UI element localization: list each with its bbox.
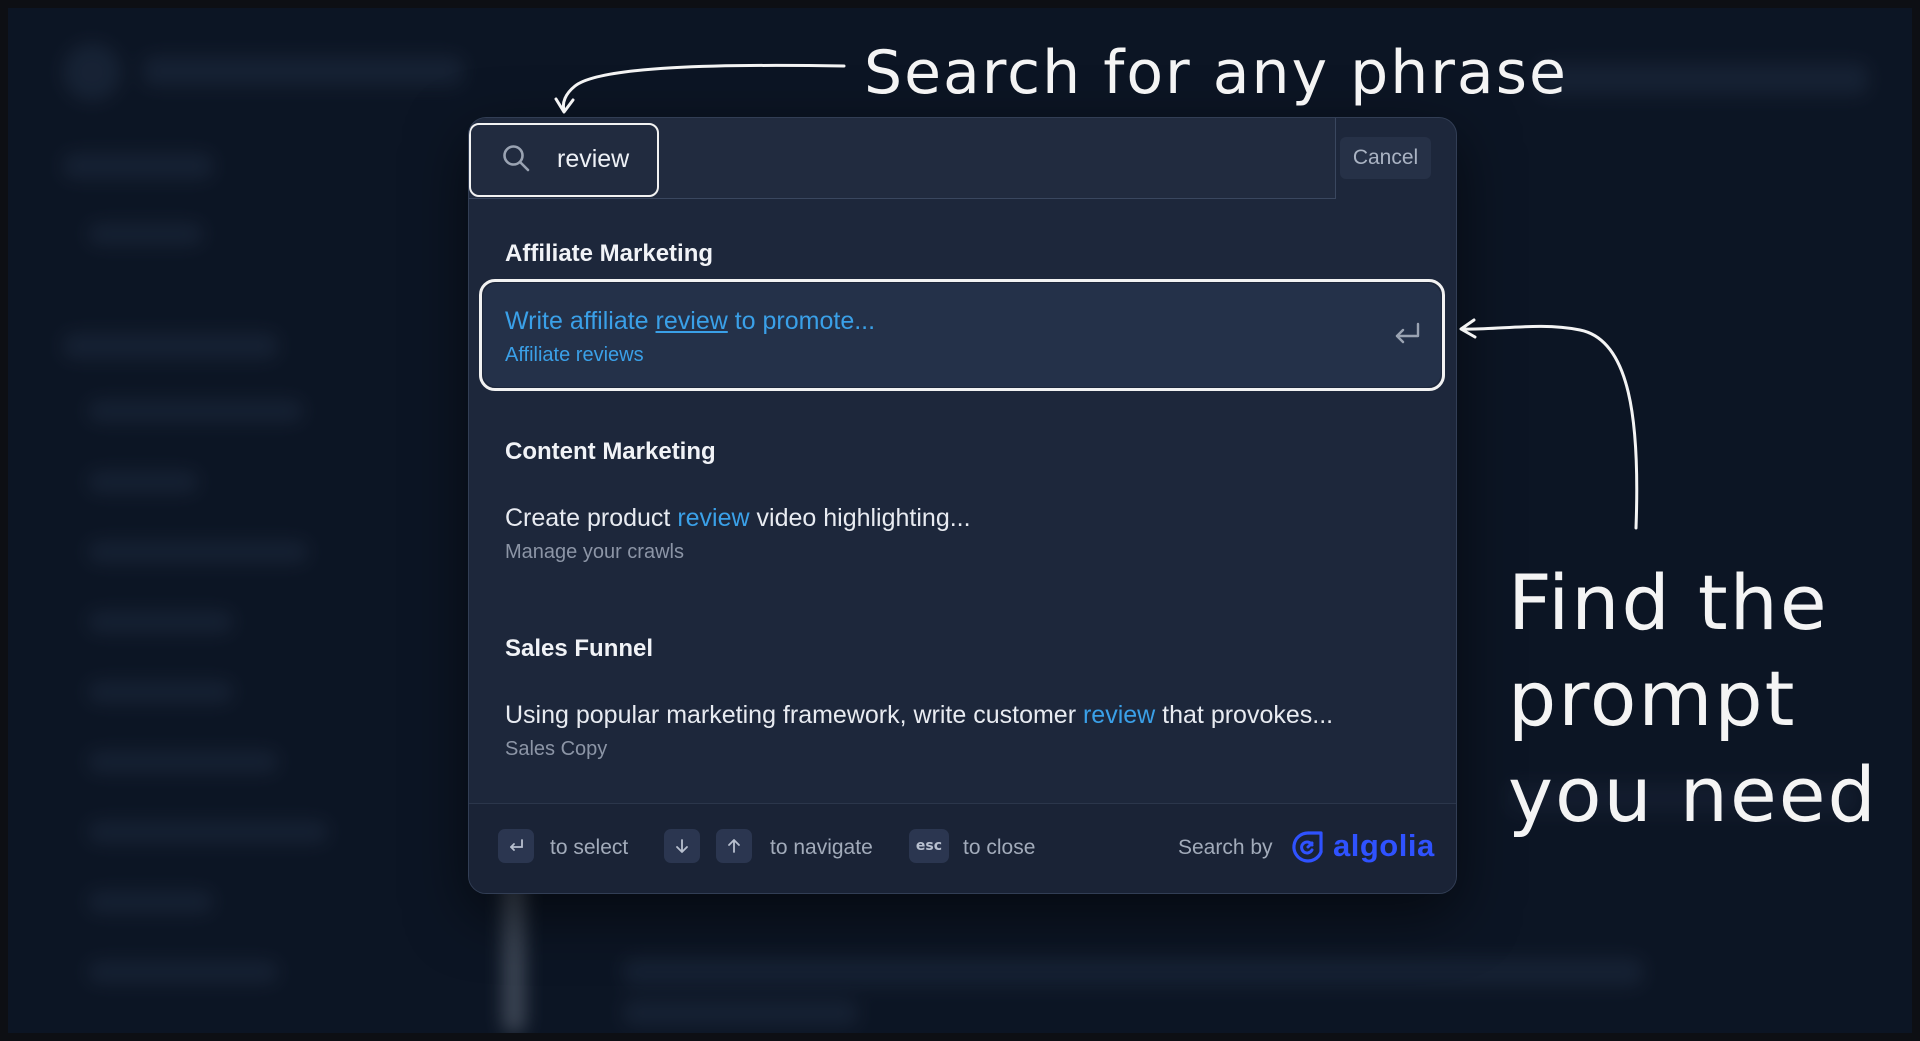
annotation-find-prompt: Find the prompt you need [1508,555,1878,843]
search-modal: Cancel Affiliate Marketing Write affilia… [468,117,1457,894]
search-bar [469,118,1336,199]
enter-icon [1395,322,1420,344]
esc-key: esc [909,829,949,863]
enter-icon [510,839,523,851]
match-highlight: review [1082,701,1156,729]
result-title: Write affiliate review to promote... [505,307,876,335]
arrow-down-key [664,829,700,863]
search-icon [503,145,530,172]
arrow-up-icon [728,839,740,853]
annotation-search-phrase: Search for any phrase [864,38,1568,108]
result-item[interactable]: Create product review video highlighting… [483,480,1441,584]
match-highlight: review [677,504,750,532]
group-title-sales-funnel: Sales Funnel [505,635,654,662]
cancel-button[interactable]: Cancel [1340,137,1431,179]
group-title-content-marketing: Content Marketing [505,438,716,465]
navigate-hint: to navigate [770,836,873,859]
select-hint: to select [550,836,629,859]
result-subtitle: Affiliate reviews [505,344,644,366]
algolia-logo-icon [1292,831,1323,863]
annotation-line: prompt [1508,654,1797,743]
annotation-line: you need [1508,750,1878,839]
arrow-up-key [716,829,752,863]
group-title-affiliate-marketing: Affiliate Marketing [505,240,714,267]
result-item[interactable]: Using popular marketing framework, write… [483,677,1441,781]
modal-footer: to select to navigate esc to close Searc… [469,803,1456,893]
result-subtitle: Manage your crawls [505,541,684,563]
result-title: Create product review video highlighting… [505,504,971,532]
search-by-label: Search by [1178,836,1273,859]
search-input[interactable] [555,138,1259,180]
result-title: Using popular marketing framework, write… [505,701,1334,729]
arrow-down-icon [676,839,688,853]
result-subtitle: Sales Copy [505,738,608,760]
algolia-wordmark: algolia [1333,828,1435,863]
enter-key [498,829,534,863]
annotation-line: Find the [1508,558,1829,647]
close-hint: to close [963,836,1036,859]
result-item-selected[interactable]: Write affiliate review to promote... Aff… [479,279,1445,391]
match-highlight: review [655,307,728,335]
